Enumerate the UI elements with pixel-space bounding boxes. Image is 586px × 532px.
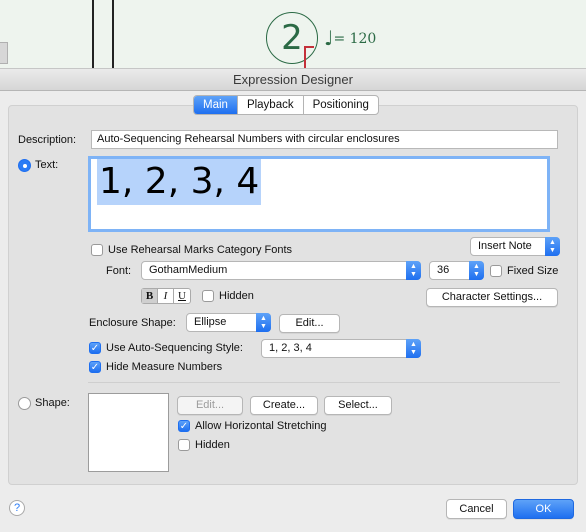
shape-create-button[interactable]: Create... (250, 396, 318, 415)
chevron-updown-icon: ▲ ▼ (406, 339, 421, 358)
bold-button[interactable]: B (142, 289, 158, 303)
shape-select-button[interactable]: Select... (324, 396, 392, 415)
left-panel-tab (0, 42, 8, 64)
insert-note-label: Insert Note (478, 240, 532, 252)
italic-button[interactable]: I (158, 289, 174, 303)
shape-radio[interactable] (18, 397, 31, 410)
tempo-value: = 120 (333, 31, 377, 47)
tab-main[interactable]: Main (194, 96, 238, 114)
tab-playback[interactable]: Playback (238, 96, 304, 114)
ok-button[interactable]: OK (513, 499, 574, 519)
playback-marker (304, 46, 314, 70)
tab-bar: Main Playback Positioning (193, 95, 379, 115)
shape-preview (88, 393, 169, 472)
description-field[interactable]: Auto-Sequencing Rehearsal Numbers with c… (91, 130, 558, 149)
text-editor[interactable]: 1, 2, 3, 4 (88, 156, 550, 232)
allow-horizontal-stretching-checkbox[interactable]: ✓ (178, 420, 190, 432)
hidden-label: Hidden (219, 290, 254, 302)
enclosure-edit-button[interactable]: Edit... (279, 314, 340, 333)
chevron-updown-icon: ▲ ▼ (545, 237, 560, 256)
fixed-size-checkbox[interactable] (490, 265, 502, 277)
insert-note-popup[interactable]: Insert Note ▲ ▼ (470, 237, 560, 256)
auto-sequencing-checkbox[interactable]: ✓ (89, 342, 101, 354)
use-rehearsal-fonts-label: Use Rehearsal Marks Category Fonts (108, 244, 293, 256)
shape-radio-label: Shape: (35, 397, 70, 409)
shape-hidden-checkbox[interactable] (178, 439, 190, 451)
score-background: 2 ♩= 120 (0, 0, 586, 70)
enclosure-shape-label: Enclosure Shape: (89, 317, 176, 329)
section-separator (88, 382, 560, 383)
chevron-updown-icon: ▲ ▼ (256, 313, 271, 332)
shape-hidden-label: Hidden (195, 439, 230, 451)
auto-sequencing-style-popup[interactable]: 1, 2, 3, 4 ▲ ▼ (261, 339, 421, 358)
hidden-checkbox[interactable] (202, 290, 214, 302)
underline-button[interactable]: U (174, 289, 190, 303)
hide-measure-numbers-checkbox[interactable]: ✓ (89, 361, 101, 373)
font-value: GothamMedium (149, 264, 228, 276)
auto-sequencing-style-value: 1, 2, 3, 4 (269, 342, 312, 354)
chevron-updown-icon: ▲ ▼ (469, 261, 484, 280)
chevron-updown-icon: ▲ ▼ (406, 261, 421, 280)
font-popup[interactable]: GothamMedium ▲ ▼ (141, 261, 421, 280)
font-label: Font: (106, 265, 132, 277)
shape-edit-button[interactable]: Edit... (177, 396, 243, 415)
tab-positioning[interactable]: Positioning (304, 96, 378, 114)
dialog-title: Expression Designer (0, 69, 586, 91)
text-radio[interactable] (18, 159, 31, 172)
fixed-size-label: Fixed Size (507, 265, 559, 277)
cancel-button[interactable]: Cancel (446, 499, 507, 519)
enclosure-shape-popup[interactable]: Ellipse ▲ ▼ (186, 313, 271, 332)
font-size-value: 36 (437, 264, 450, 276)
text-style-buttons: B I U (141, 288, 191, 304)
character-settings-button[interactable]: Character Settings... (426, 288, 558, 307)
font-size-popup[interactable]: 36 ▲ ▼ (429, 261, 484, 280)
text-radio-label: Text: (35, 159, 59, 171)
description-label: Description: (18, 134, 77, 146)
tempo-marking[interactable]: ♩= 120 (324, 26, 376, 50)
help-button[interactable]: ? (9, 500, 25, 516)
auto-sequencing-label: Use Auto-Sequencing Style: (106, 342, 243, 354)
text-content: 1, 2, 3, 4 (97, 159, 262, 205)
allow-horizontal-stretching-label: Allow Horizontal Stretching (195, 420, 327, 432)
barline (112, 0, 114, 70)
enclosure-shape-value: Ellipse (194, 316, 227, 328)
barline (92, 0, 94, 70)
use-rehearsal-fonts-checkbox[interactable] (91, 244, 103, 256)
hide-measure-numbers-label: Hide Measure Numbers (106, 361, 223, 373)
